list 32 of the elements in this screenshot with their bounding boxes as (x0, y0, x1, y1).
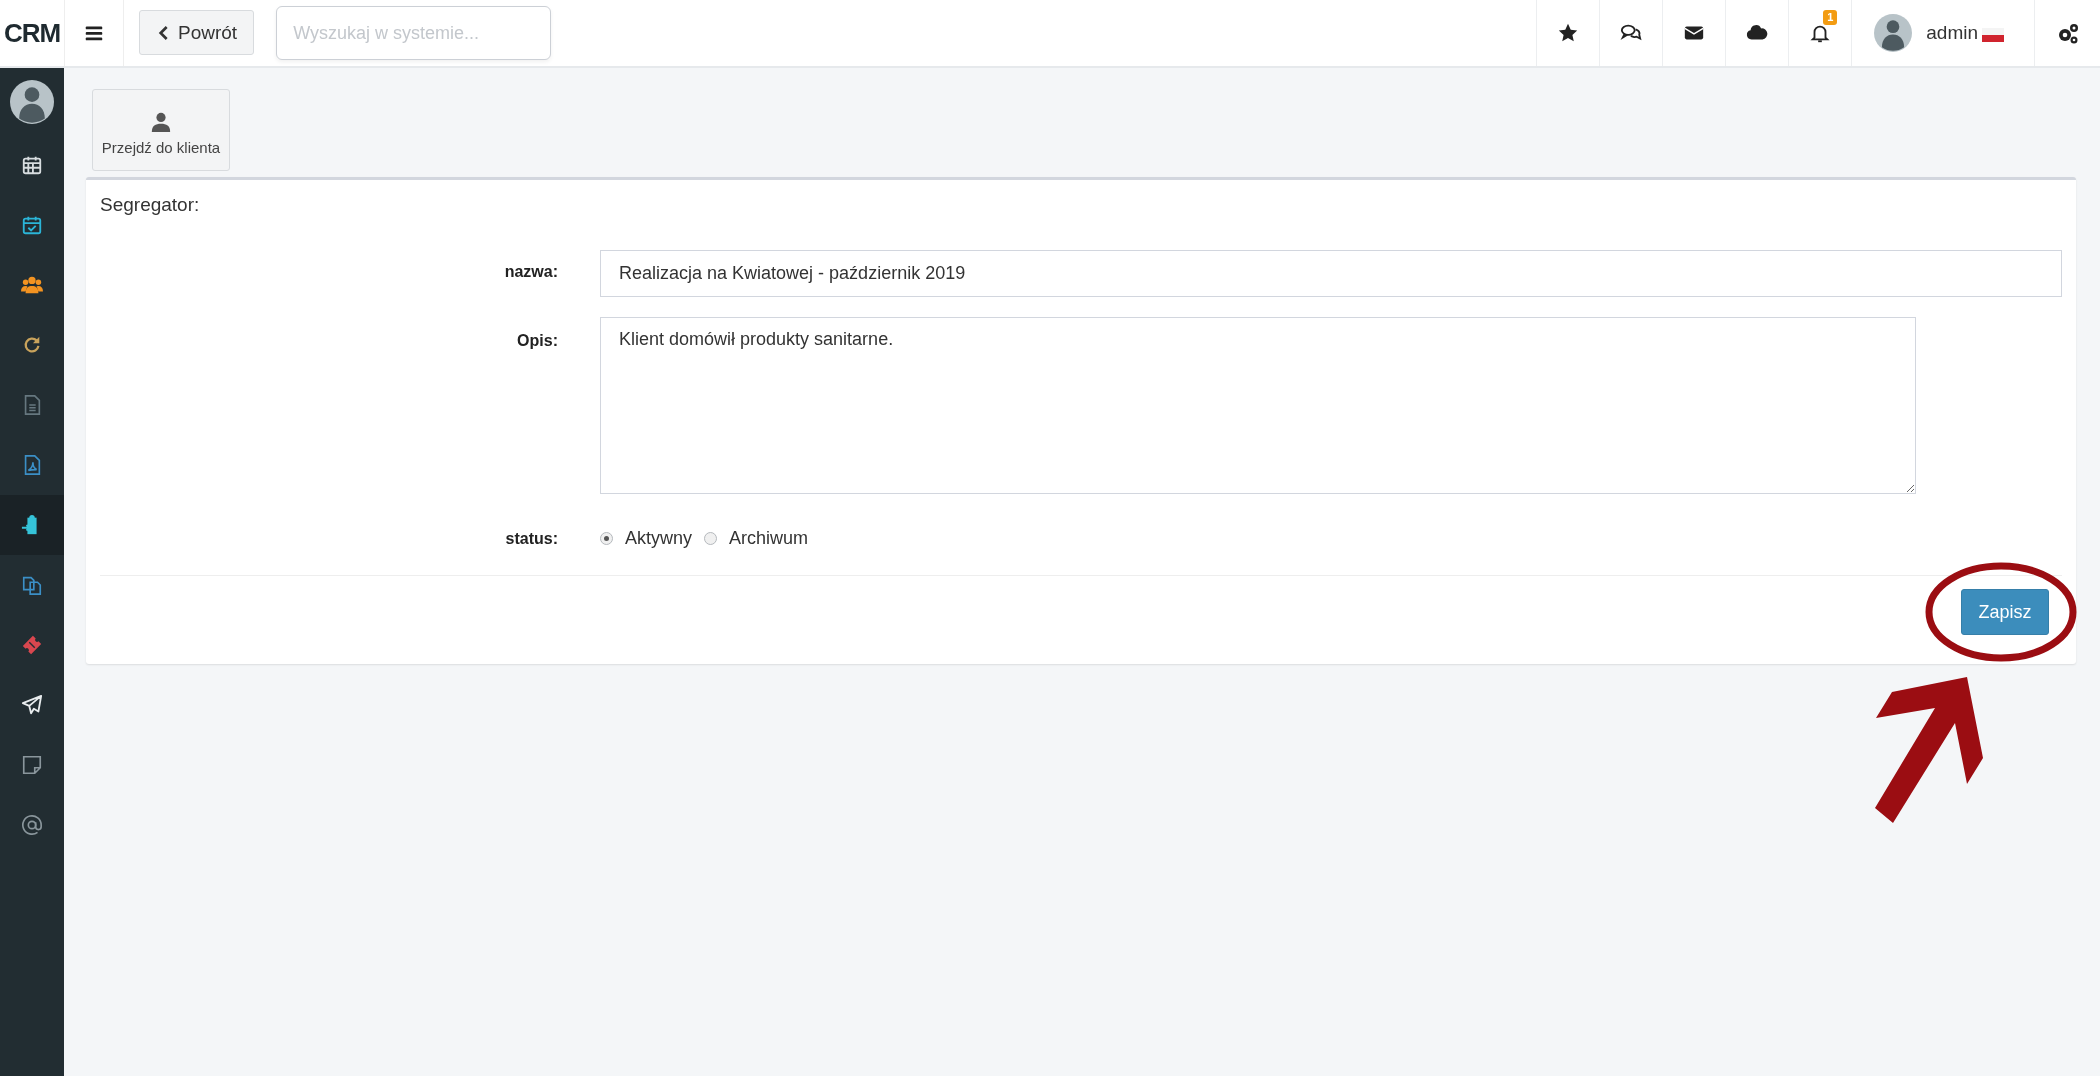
flag-icon (1982, 28, 2004, 42)
avatar-icon (1874, 14, 1913, 52)
back-button[interactable]: Powrót (139, 10, 255, 55)
field-label: status: (504, 529, 558, 548)
paper-plane-icon (21, 694, 43, 716)
at-sign-icon (21, 814, 43, 836)
ticket-icon (21, 634, 43, 656)
status-option[interactable]: Archiwum (704, 528, 809, 549)
name-field[interactable]: Realizacja na Kwiatowej - październik 2019 (600, 250, 2062, 297)
calendar-check-icon (21, 214, 43, 236)
logo: CRM (0, 0, 65, 66)
field-label: Opis: (516, 331, 558, 350)
person-icon (150, 110, 172, 133)
description-field[interactable]: Klient domówił produkty sanitarne. (600, 317, 1916, 494)
search-field[interactable]: Wyszukaj w systemie... (276, 6, 552, 60)
profile-avatar-icon (10, 79, 54, 124)
user-menu[interactable]: admin (1851, 0, 2034, 66)
star-icon (1557, 22, 1580, 44)
notification-badge: 1 (1823, 10, 1838, 25)
radio-button[interactable] (600, 532, 613, 545)
field-label: nazwa: (503, 262, 558, 281)
sidebar-item[interactable] (0, 495, 64, 555)
form-title: Segregator: (100, 193, 201, 217)
user-name: admin (1926, 22, 1978, 44)
radio-button[interactable] (704, 532, 718, 545)
users-icon (21, 274, 43, 296)
go-to-client-button[interactable]: Przejdź do klienta (92, 89, 230, 171)
calendar-icon (21, 154, 43, 176)
note-icon (21, 754, 43, 776)
status-option[interactable]: Aktywny (600, 528, 693, 549)
copy-icon (21, 574, 43, 596)
save-button[interactable]: Zapisz (1961, 589, 2049, 635)
